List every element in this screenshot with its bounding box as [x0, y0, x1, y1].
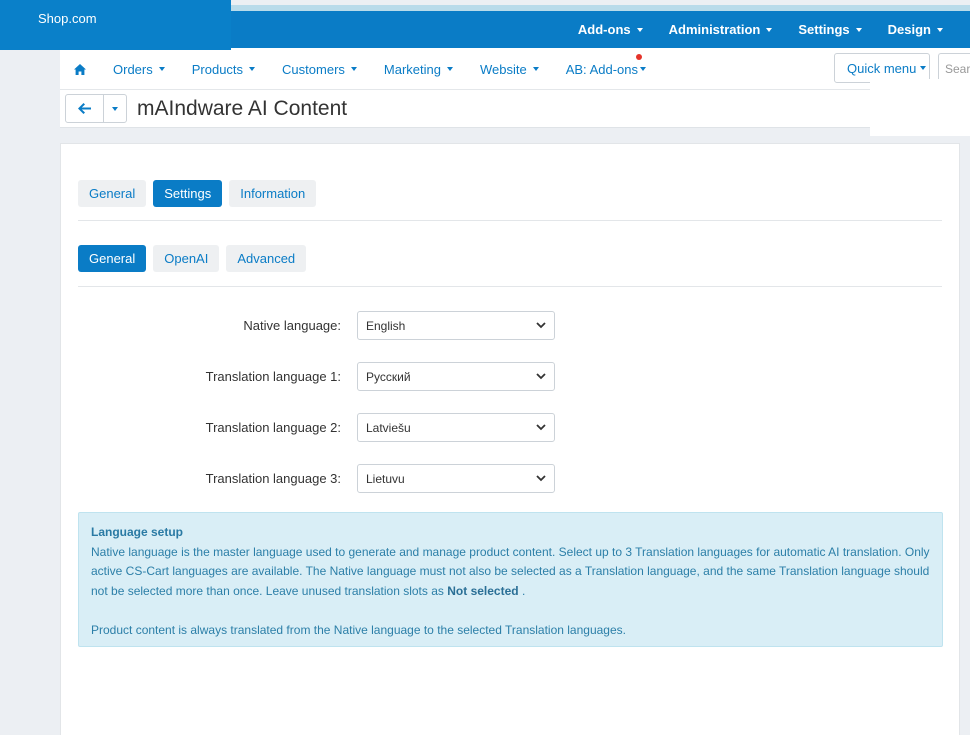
title-bar: mAIndware AI Content	[60, 90, 970, 128]
topnav-settings[interactable]: Settings	[798, 22, 862, 37]
brand-name: Shop.com	[38, 11, 97, 26]
sub-tabs: General OpenAI Advanced	[78, 245, 313, 272]
caret-down-icon	[766, 27, 773, 32]
search-placeholder: Search	[945, 62, 970, 76]
caret-down-icon	[937, 27, 943, 32]
info-text-end: .	[518, 583, 526, 598]
select-value: English	[366, 319, 406, 333]
native-language-select[interactable]: English	[357, 311, 555, 340]
translation-language-3-select[interactable]: Lietuvu	[357, 464, 555, 493]
subtab-general[interactable]: General	[78, 245, 147, 272]
chevron-down-icon	[536, 475, 546, 482]
translation-language-2-row: Translation language 2: Latviešu	[61, 413, 961, 442]
caret-down-icon	[249, 67, 256, 71]
language-setup-info-box: Language setup Native language is the ma…	[78, 512, 943, 647]
info-text-bold: Not selected	[447, 583, 519, 598]
chevron-down-icon	[536, 322, 546, 329]
tab-label: OpenAI	[164, 251, 209, 266]
back-button[interactable]	[66, 95, 104, 122]
nav-label: AB: Add-ons	[565, 61, 638, 77]
nav-label: Customers	[282, 61, 345, 77]
select-value: Latviešu	[366, 421, 411, 435]
home-icon	[74, 63, 86, 75]
info-title: Language setup	[91, 525, 184, 539]
topnav-administration[interactable]: Administration	[669, 22, 773, 37]
subtab-advanced[interactable]: Advanced	[226, 245, 307, 272]
tabs-divider	[78, 220, 942, 221]
blank-overlay	[870, 79, 970, 136]
page-title: mAIndware AI Content	[137, 97, 348, 120]
tab-label: Settings	[164, 186, 212, 201]
notification-dot	[636, 53, 642, 60]
nav-label: Products	[191, 61, 244, 77]
quick-menu-label: Quick menu	[847, 60, 917, 76]
nav-website[interactable]: Website	[480, 62, 539, 77]
caret-down-icon	[636, 27, 643, 32]
translation-language-1-row: Translation language 1: Русский	[61, 362, 961, 391]
chevron-down-icon	[536, 424, 546, 431]
caret-down-icon	[446, 67, 453, 71]
field-label: Translation language 1:	[205, 369, 341, 384]
caret-down-icon	[112, 106, 118, 111]
tab-settings[interactable]: Settings	[153, 180, 223, 207]
tab-label: General	[89, 251, 136, 266]
caret-down-icon	[350, 67, 357, 71]
caret-down-icon	[920, 66, 927, 70]
select-value: Русский	[366, 370, 411, 384]
field-label: Native language:	[243, 318, 341, 333]
back-dropdown-button[interactable]	[104, 95, 126, 122]
topnav-addons[interactable]: Add-ons	[578, 22, 643, 37]
caret-down-icon	[158, 67, 165, 71]
nav-products[interactable]: Products	[191, 61, 256, 77]
select-value: Lietuvu	[366, 472, 405, 486]
tab-label: Information	[240, 186, 306, 201]
nav-label: Marketing	[383, 61, 441, 77]
caret-down-icon	[855, 27, 862, 32]
chevron-down-icon	[536, 373, 546, 380]
topnav-label: Settings	[798, 22, 850, 37]
topnav-design[interactable]: Design	[888, 22, 943, 37]
subtabs-divider	[78, 286, 942, 287]
arrow-left-icon	[78, 103, 91, 114]
main-nav: Orders Products Customers Marketing Webs…	[60, 48, 970, 90]
brand-logo[interactable]: Shop.com	[0, 0, 231, 50]
nav-ab-addons[interactable]: AB: Add-ons	[565, 53, 646, 77]
tab-general[interactable]: General	[78, 180, 147, 207]
nav-label: Website	[479, 61, 527, 77]
back-button-group	[65, 94, 127, 123]
main-tabs: General Settings Information	[78, 180, 323, 207]
translation-language-2-select[interactable]: Latviešu	[357, 413, 555, 442]
topnav-label: Add-ons	[577, 22, 631, 37]
caret-down-icon	[640, 67, 646, 71]
nav-label: Orders	[113, 61, 153, 77]
field-label: Translation language 3:	[205, 471, 341, 486]
subtab-openai[interactable]: OpenAI	[153, 245, 220, 272]
nav-marketing[interactable]: Marketing	[384, 62, 453, 77]
nav-home[interactable]	[74, 63, 86, 75]
caret-down-icon	[532, 67, 539, 71]
info-footer: Product content is always translated fro…	[91, 623, 626, 637]
top-menu: Add-ons Administration Settings Design	[552, 11, 943, 48]
tab-label: Advanced	[237, 251, 296, 266]
nav-customers[interactable]: Customers	[282, 62, 357, 77]
topnav-label: Design	[887, 22, 931, 37]
translation-language-3-row: Translation language 3: Lietuvu	[61, 464, 961, 493]
tab-information[interactable]: Information	[229, 180, 317, 207]
native-language-row: Native language: English	[61, 311, 961, 340]
field-label: Translation language 2:	[205, 420, 341, 435]
translation-language-1-select[interactable]: Русский	[357, 362, 555, 391]
tab-label: General	[89, 186, 136, 201]
content-panel: General Settings Information General Ope…	[60, 143, 960, 735]
nav-orders[interactable]: Orders	[113, 62, 165, 77]
topnav-label: Administration	[668, 22, 761, 37]
info-text: Native language is the master language u…	[91, 543, 930, 602]
